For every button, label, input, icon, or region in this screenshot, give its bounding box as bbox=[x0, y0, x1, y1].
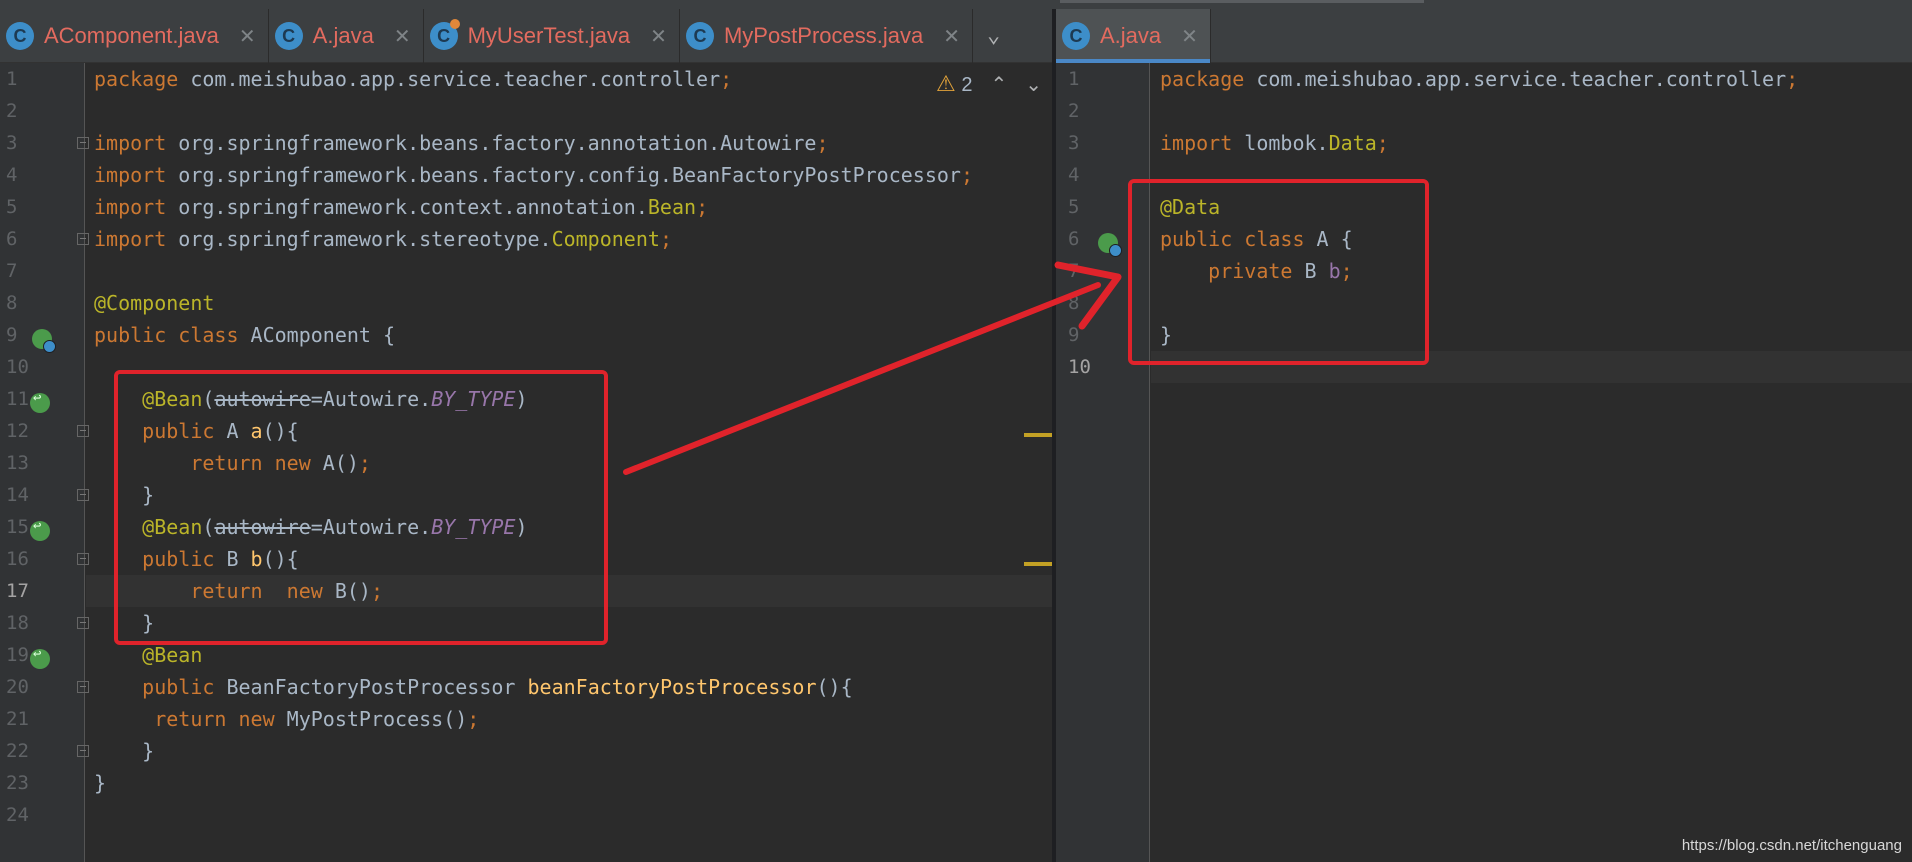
watermark: https://blog.csdn.net/itchenguang bbox=[1681, 837, 1902, 854]
annotation-arrow bbox=[623, 261, 1122, 475]
arrow-shaft bbox=[623, 282, 1101, 475]
